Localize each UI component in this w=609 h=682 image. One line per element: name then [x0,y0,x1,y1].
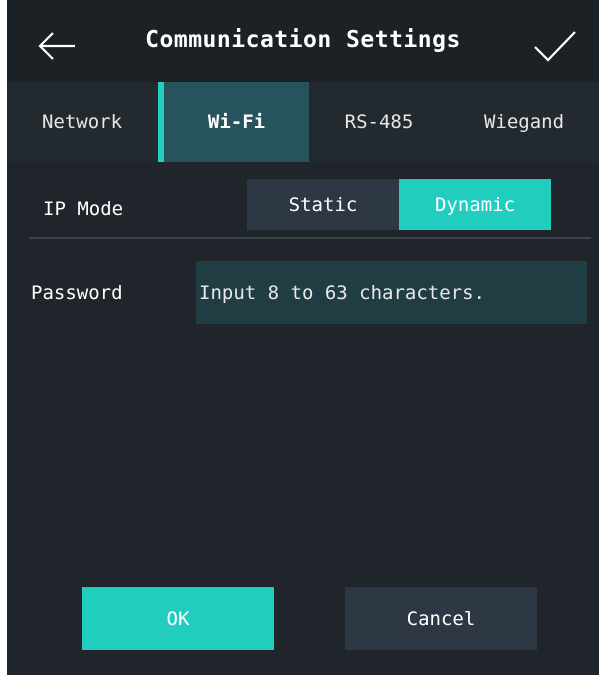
communication-settings-screen: Communication Settings Network Wi-Fi RS-… [7,0,599,675]
divider [29,237,591,239]
arrow-left-icon [38,32,75,60]
password-input[interactable] [196,261,587,324]
tab-rs485[interactable]: RS-485 [309,82,449,162]
ip-mode-static-option[interactable]: Static [247,179,399,230]
header-bar: Communication Settings [7,0,599,82]
tab-network[interactable]: Network [7,82,157,162]
password-label: Password [31,282,123,304]
ip-mode-label: IP Mode [43,198,124,220]
tab-bar: Network Wi-Fi RS-485 Wiegand [7,82,599,162]
tab-wifi[interactable]: Wi-Fi [158,82,309,162]
ip-mode-dynamic-option[interactable]: Dynamic [399,179,551,230]
tab-wiegand[interactable]: Wiegand [449,82,599,162]
confirm-button[interactable] [531,22,579,70]
back-button[interactable] [33,22,81,70]
cancel-button[interactable]: Cancel [345,587,537,650]
checkmark-icon [534,31,576,62]
page-title: Communication Settings [145,27,461,53]
ok-button[interactable]: OK [82,587,274,650]
